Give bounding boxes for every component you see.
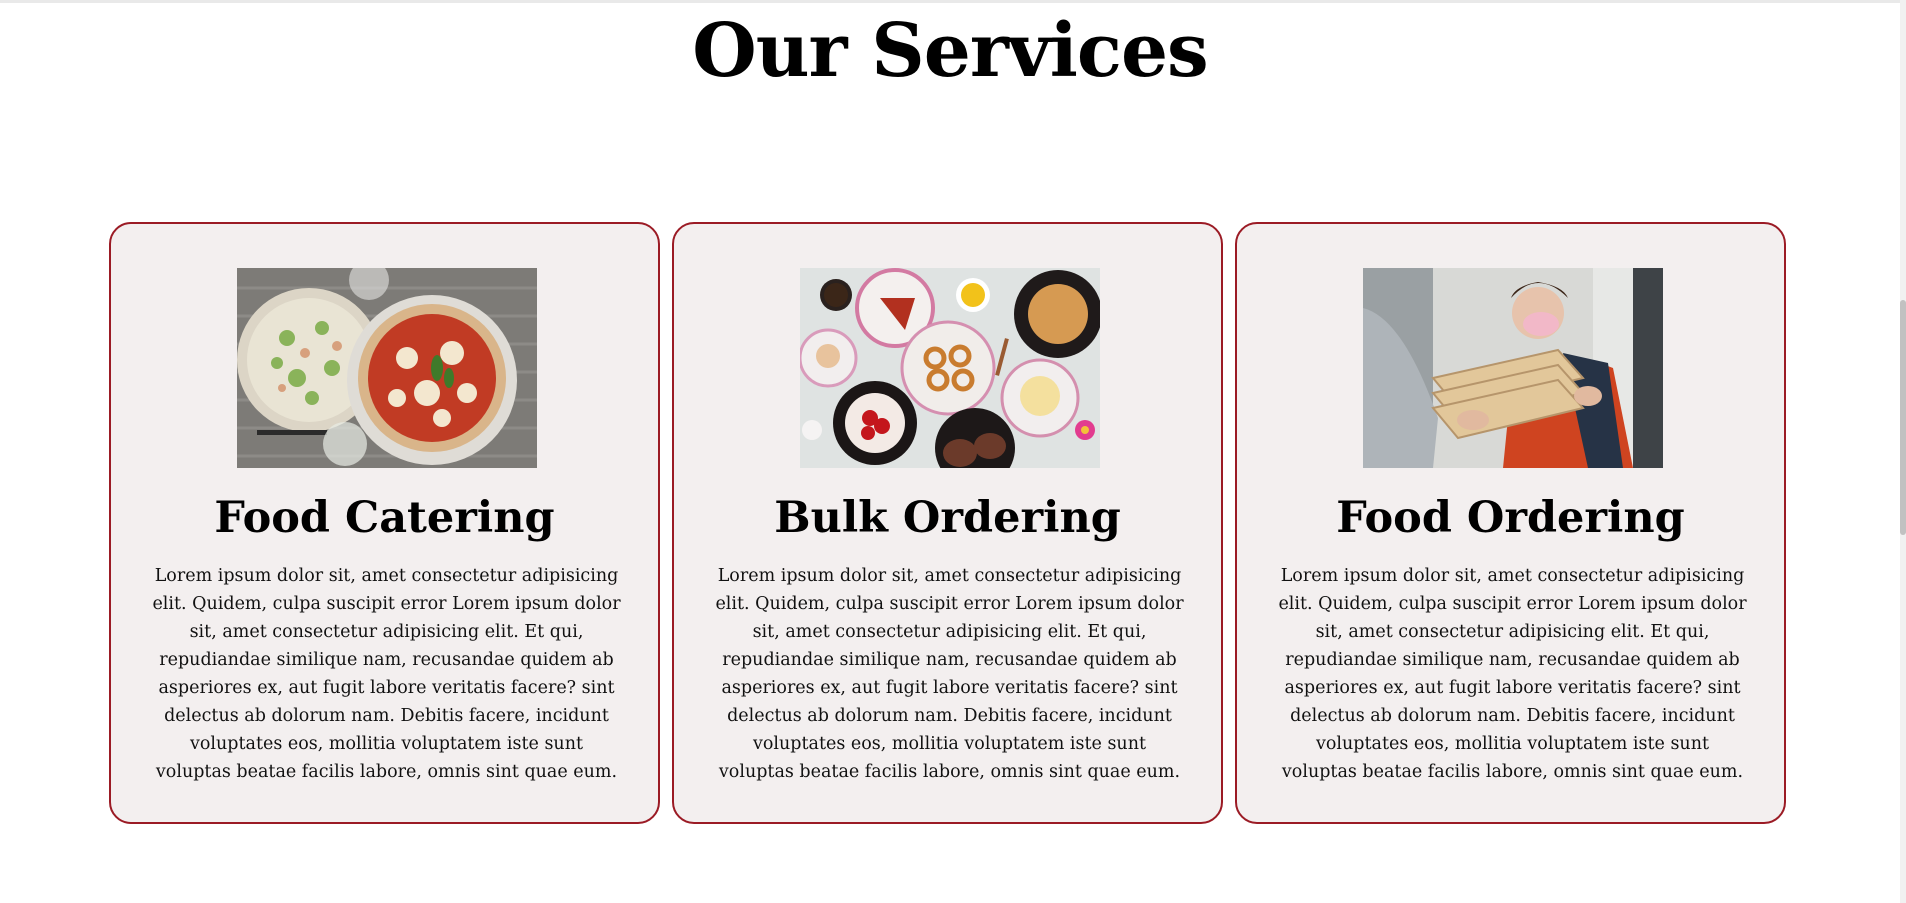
service-card-food-ordering: Food Ordering Lorem ipsum dolor sit, ame…: [1235, 222, 1786, 824]
services-page: Our Services Food Catering Lorem ipsum d…: [0, 0, 1906, 903]
card-title: Food Catering: [214, 493, 555, 543]
page-scrollbar[interactable]: [1900, 0, 1906, 903]
dessert-image-graphic: [800, 268, 1100, 468]
card-title: Bulk Ordering: [774, 493, 1121, 543]
top-divider: [0, 0, 1900, 3]
section-title: Our Services: [692, 8, 1208, 94]
card-image-pizzas: [237, 268, 537, 468]
card-description: Lorem ipsum dolor sit, amet consectetur …: [715, 566, 1184, 782]
card-title: Food Ordering: [1336, 493, 1685, 543]
delivery-image-graphic: [1363, 268, 1663, 468]
scrollbar-thumb[interactable]: [1900, 300, 1906, 535]
card-image-desserts: [800, 268, 1100, 468]
pizza-image-graphic: [237, 268, 537, 468]
card-description: Lorem ipsum dolor sit, amet consectetur …: [1278, 566, 1747, 782]
service-card-bulk-ordering: Bulk Ordering Lorem ipsum dolor sit, ame…: [672, 222, 1223, 824]
card-image-delivery: [1363, 268, 1663, 468]
service-card-food-catering: Food Catering Lorem ipsum dolor sit, ame…: [109, 222, 660, 824]
card-description: Lorem ipsum dolor sit, amet consectetur …: [152, 566, 621, 782]
service-cards: Food Catering Lorem ipsum dolor sit, ame…: [109, 222, 1790, 828]
